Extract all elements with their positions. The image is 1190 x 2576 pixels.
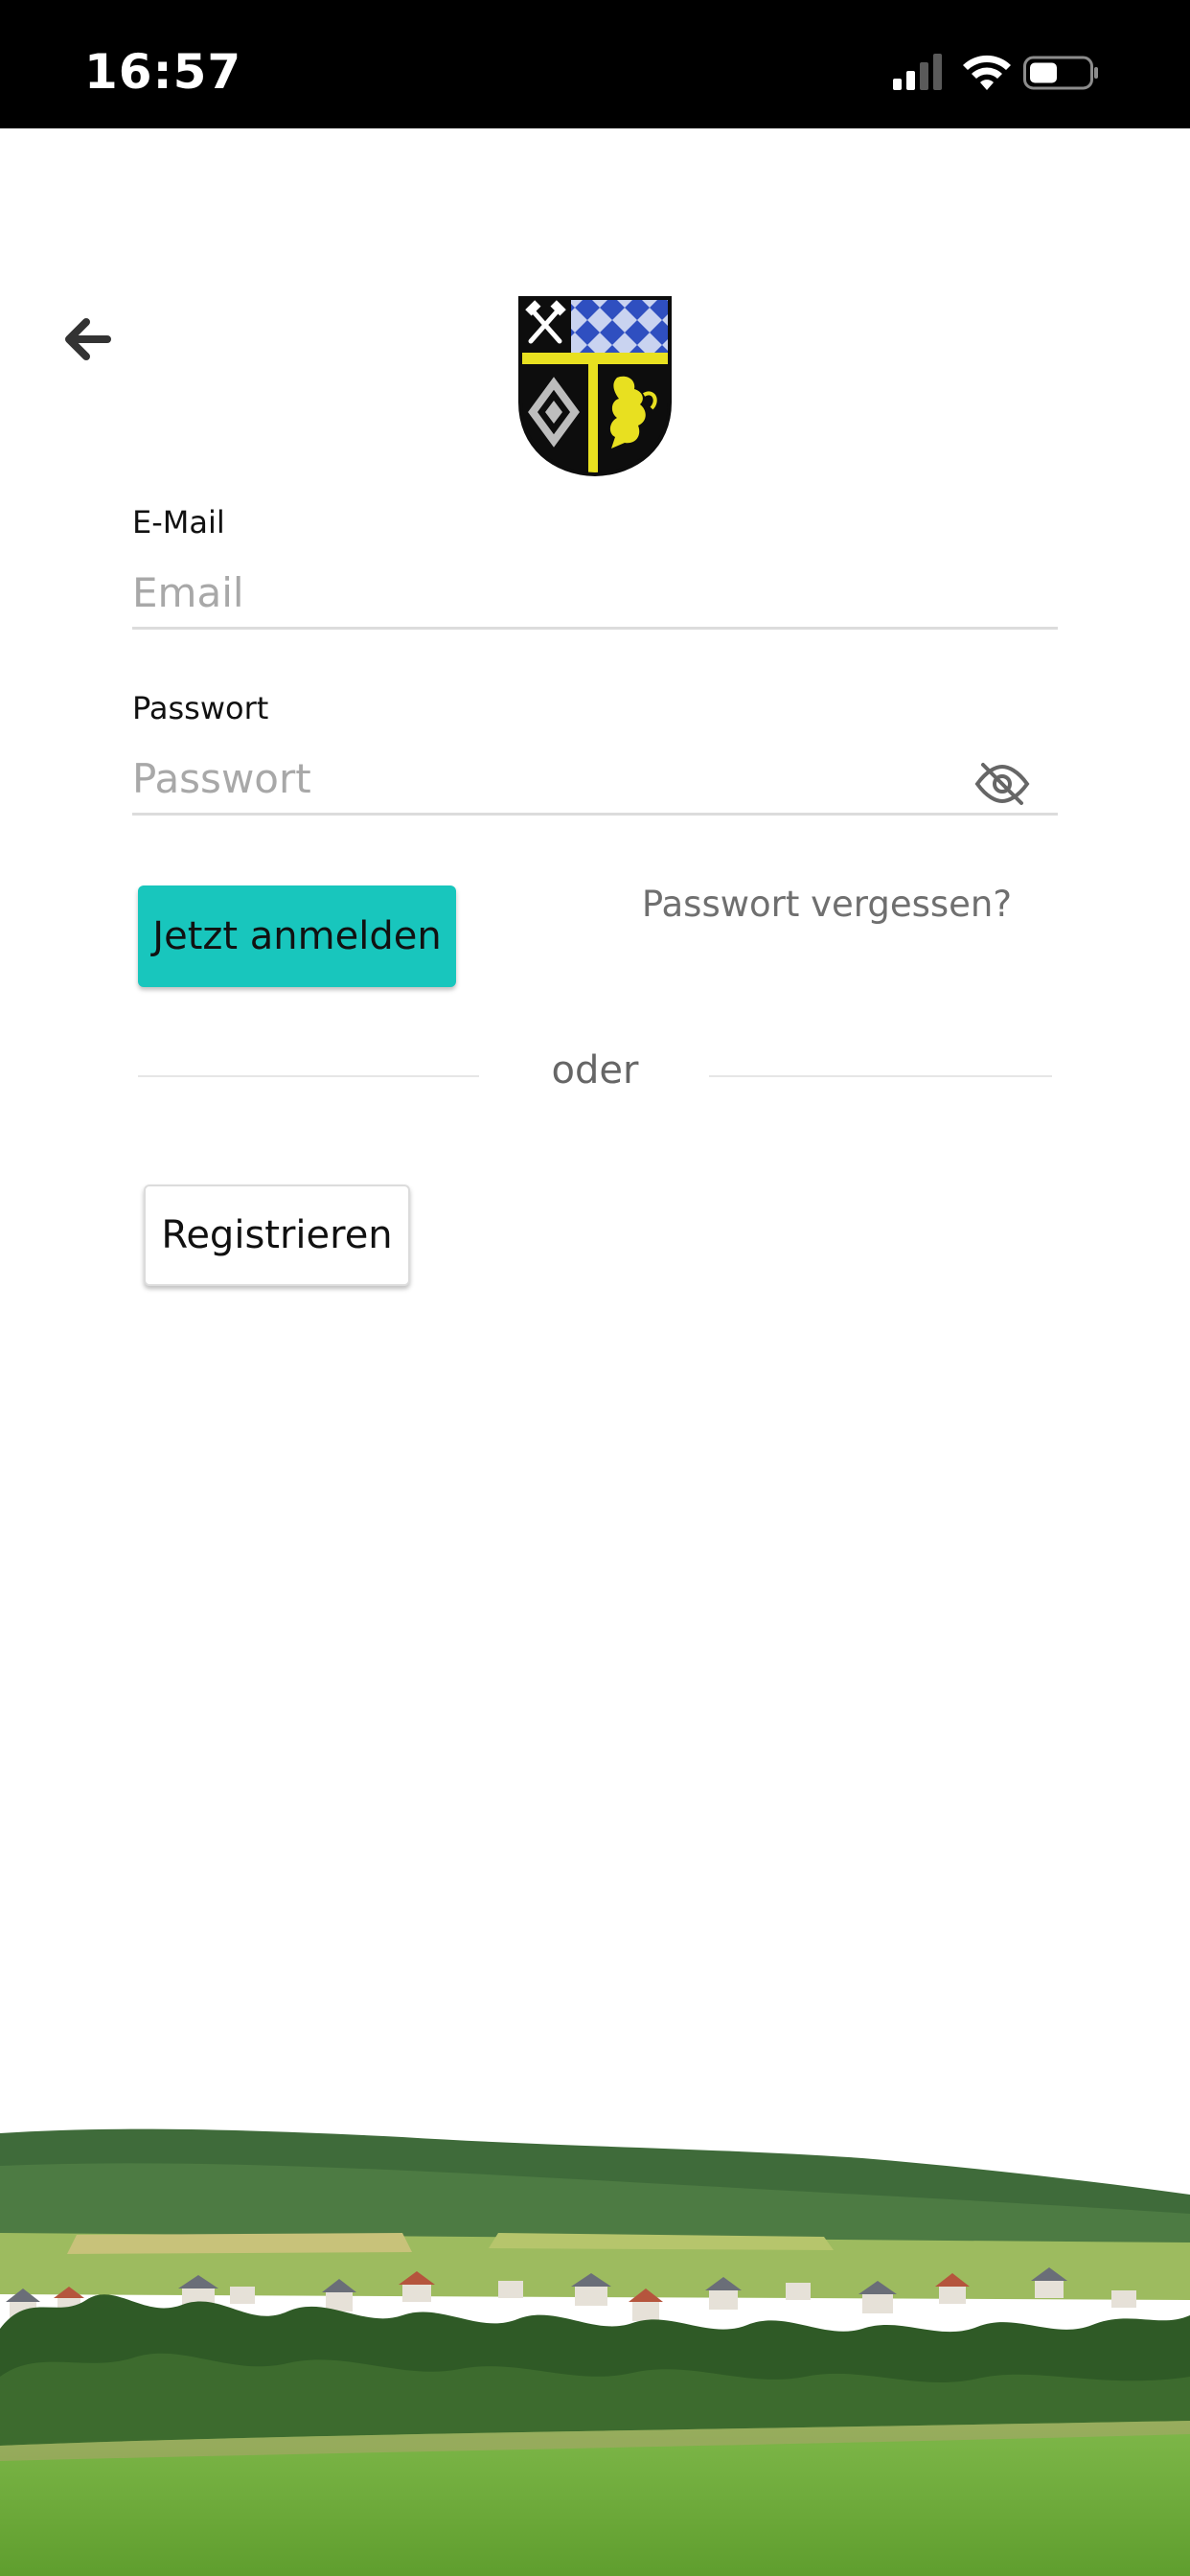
password-input[interactable]	[132, 744, 1058, 816]
email-label: E-Mail	[132, 504, 225, 540]
coat-of-arms-logo	[518, 296, 672, 477]
status-bar: 16:57	[0, 0, 1190, 128]
divider-right	[709, 1075, 1052, 1077]
status-time: 16:57	[84, 44, 242, 100]
wifi-icon	[963, 55, 1011, 90]
password-visibility-toggle[interactable]	[973, 759, 1031, 809]
arrow-left-icon	[65, 318, 111, 360]
email-input[interactable]	[132, 558, 1058, 630]
password-label: Passwort	[132, 690, 269, 726]
register-button[interactable]: Registrieren	[144, 1184, 410, 1286]
eye-off-icon	[974, 763, 1030, 805]
divider-text: oder	[551, 1048, 639, 1092]
back-button[interactable]	[57, 309, 119, 370]
email-field-group: E-Mail	[132, 504, 1058, 646]
forgot-password-link[interactable]: Passwort vergessen?	[642, 884, 1012, 925]
signal-icon	[893, 54, 942, 90]
village-landscape-image	[0, 2128, 1190, 2576]
password-field-group: Passwort	[132, 690, 1058, 832]
battery-icon	[1023, 56, 1098, 90]
login-button[interactable]: Jetzt anmelden	[138, 886, 456, 987]
